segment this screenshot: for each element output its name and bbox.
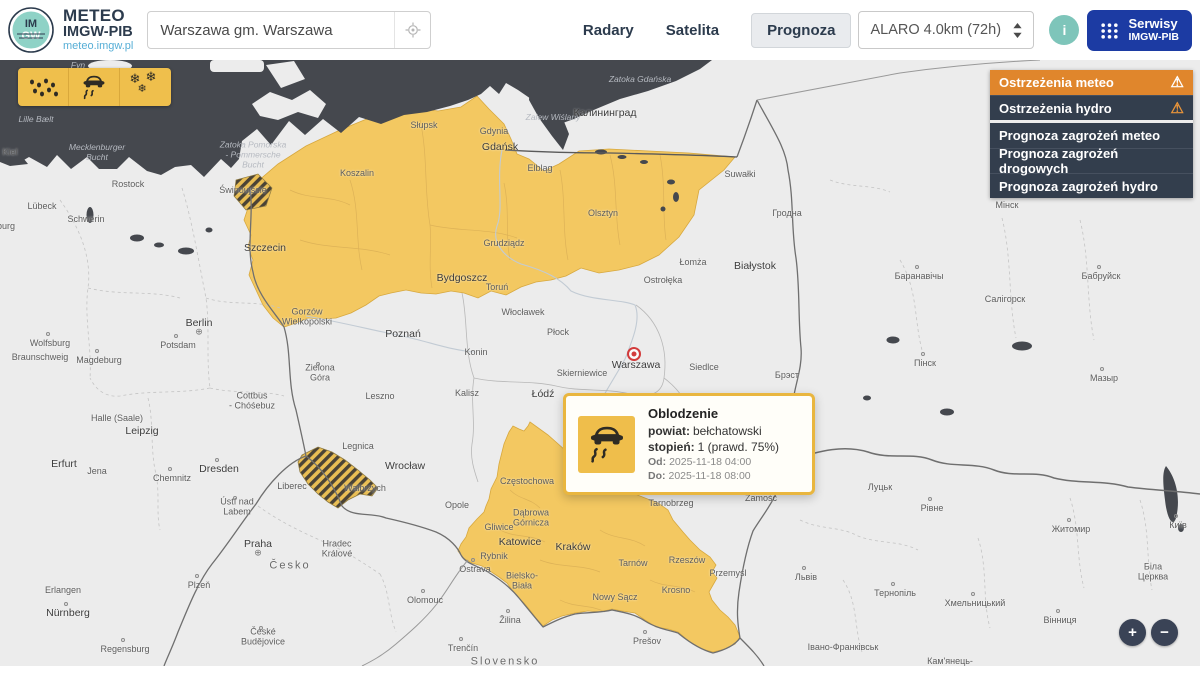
nav-satelita[interactable]: Satelita — [666, 22, 719, 39]
svg-text:GW: GW — [22, 30, 42, 42]
menu-item-label: Prognoza zagrożeń hydro — [999, 179, 1158, 194]
warning-popup: Oblodzenie powiat:bełchatowski stopień:1… — [563, 393, 815, 495]
model-select-value: ALARO 4.0km (72h) — [870, 22, 1001, 38]
menu-item-label: Prognoza zagrożeń meteo — [999, 128, 1160, 143]
city-dot — [121, 638, 125, 642]
imgw-logo[interactable]: IM GW METEO IMGW-PIB meteo.imgw.pl — [8, 7, 133, 53]
city-dot — [259, 626, 263, 630]
city-dot — [643, 630, 647, 634]
city-dot — [1056, 609, 1060, 613]
city-dot — [802, 566, 806, 570]
city-dot — [168, 467, 172, 471]
logo-title: METEO — [63, 7, 133, 25]
city-dot — [459, 637, 463, 641]
city-dot — [928, 497, 932, 501]
crosshair-icon — [405, 22, 421, 38]
svg-text:IM: IM — [25, 18, 37, 30]
popup-row-powiat: powiat:bełchatowski — [648, 424, 779, 438]
city-dot — [971, 592, 975, 596]
city-dot — [174, 334, 178, 338]
freezing-rain-warning-button[interactable] — [18, 68, 69, 106]
top-bar: IM GW METEO IMGW-PIB meteo.imgw.pl — [0, 0, 1200, 60]
updown-arrows-icon — [1013, 23, 1022, 38]
city-dot — [421, 589, 425, 593]
logo-url: meteo.imgw.pl — [63, 41, 133, 53]
city-dot — [915, 265, 919, 269]
city-dot — [1097, 265, 1101, 269]
search-box — [147, 11, 431, 49]
imgw-logo-icon: IM GW — [8, 7, 54, 53]
header-nav: Radary Satelita Prognoza ALARO 4.0km (72… — [583, 10, 1192, 51]
zoom-controls: + − — [1119, 619, 1178, 646]
services-button-line1: Serwisy — [1128, 17, 1179, 32]
popup-time-from: Od:2025-11-18 04:00 — [648, 456, 779, 468]
capital-city-symbol: ⊕ — [195, 327, 203, 338]
slippery-road-warning-button[interactable] — [69, 68, 120, 106]
slippery-road-icon — [578, 416, 635, 473]
menu-item-5[interactable]: Prognoza zagrożeń hydro — [990, 173, 1193, 198]
snow-warning-button[interactable]: ❄❄❄ — [120, 68, 171, 106]
city-dot — [891, 582, 895, 586]
capital-city-symbol: ⊕ — [254, 548, 262, 559]
city-dot — [316, 362, 320, 366]
warszawa-marker[interactable] — [627, 347, 641, 361]
city-dot — [921, 352, 925, 356]
city-dot — [506, 609, 510, 613]
zoom-out-button[interactable]: − — [1151, 619, 1178, 646]
grid-icon — [1100, 21, 1119, 40]
layers-menu: Ostrzeżenia meteo ⚠ Ostrzeżenia hydro ⚠ Prog… — [990, 70, 1193, 198]
services-button[interactable]: Serwisy IMGW-PIB — [1087, 10, 1192, 51]
city-dot — [215, 458, 219, 462]
nav-radary[interactable]: Radary — [583, 22, 634, 39]
menu-item-4[interactable]: Prognoza zagrożeń drogowych — [990, 148, 1193, 173]
services-button-line2: IMGW-PIB — [1128, 31, 1179, 43]
warning-triangle-orange-icon: ⚠ — [1171, 101, 1184, 116]
menu-item-label: Ostrzeżenia meteo — [999, 75, 1114, 90]
meteo-imgw-app: IM GW METEO IMGW-PIB meteo.imgw.pl — [0, 0, 1200, 674]
locate-button[interactable] — [394, 12, 430, 48]
city-dot — [1100, 367, 1104, 371]
popup-time-to: Do:2025-11-18 08:00 — [648, 470, 779, 482]
city-dot — [1174, 514, 1178, 518]
city-dot — [195, 574, 199, 578]
warning-triangle-white-icon: ⚠ — [1171, 75, 1184, 90]
city-dot — [1067, 518, 1071, 522]
active-warning-buttons: ❄❄❄ — [18, 68, 171, 106]
popup-title: Oblodzenie — [648, 406, 779, 421]
city-dot — [64, 602, 68, 606]
model-select[interactable]: ALARO 4.0km (72h) — [858, 11, 1034, 49]
nav-prognoza[interactable]: Prognoza — [751, 13, 851, 48]
logo-subtitle: IMGW-PIB — [63, 25, 133, 40]
menu-item-3[interactable]: Prognoza zagrożeń meteo — [990, 123, 1193, 148]
zoom-in-button[interactable]: + — [1119, 619, 1146, 646]
menu-item-1[interactable]: Ostrzeżenia meteo ⚠ — [990, 70, 1193, 95]
menu-item-label: Prognoza zagrożeń drogowych — [999, 146, 1184, 176]
city-dot — [95, 349, 99, 353]
search-input[interactable] — [148, 22, 394, 39]
menu-item-label: Ostrzeżenia hydro — [999, 101, 1112, 116]
menu-item-2[interactable]: Ostrzeżenia hydro ⚠ — [990, 95, 1193, 120]
city-dot — [46, 332, 50, 336]
info-button[interactable]: i — [1049, 15, 1079, 45]
city-dot — [471, 558, 475, 562]
map: FynLille BæltMecklenburger BuchtZatoka P… — [0, 60, 1200, 666]
popup-row-stopien: stopień:1 (prawd. 75%) — [648, 440, 779, 454]
city-dot — [233, 496, 237, 500]
